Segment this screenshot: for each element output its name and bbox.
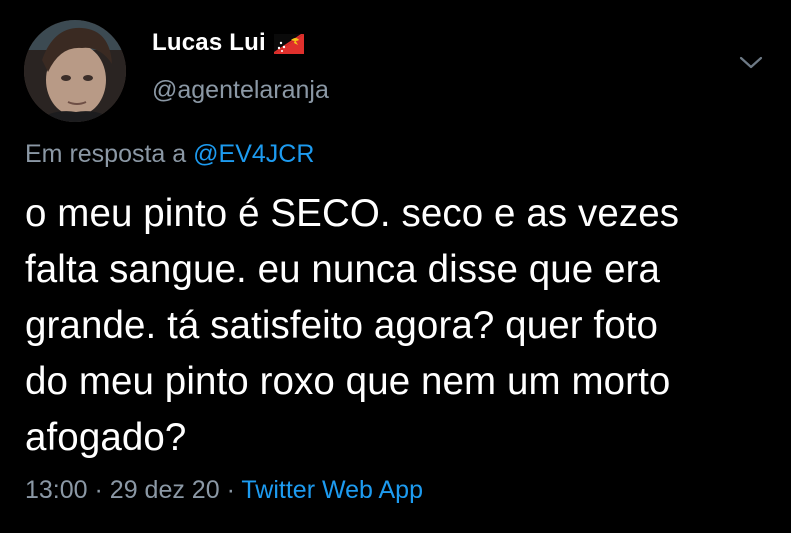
papua-new-guinea-flag-icon (273, 32, 304, 54)
tweet-text-line: do meu pinto roxo que nem um morto (25, 360, 671, 403)
tweet-text: o meu pinto é SECO. seco e as vezes falt… (25, 186, 775, 466)
avatar-photo (24, 20, 126, 122)
tweet-meta: 13:00 · 29 dez 20 · Twitter Web App (25, 476, 423, 505)
meta-separator: · (226, 476, 235, 504)
reply-context: Em resposta a @EV4JCR (25, 140, 314, 169)
tweet-card: Lucas Lui @agentelaranja Em resposta a @… (0, 0, 791, 533)
user-handle[interactable]: @agentelaranja (152, 76, 329, 105)
tweet-date[interactable]: 29 dez 20 (110, 476, 220, 504)
tweet-text-line: grande. tá satisfeito agora? quer foto (25, 304, 659, 347)
display-name-row: Lucas Lui (152, 28, 329, 58)
chevron-down-icon[interactable] (738, 54, 764, 72)
tweet-text-line: o meu pinto é SECO. seco e as vezes (25, 192, 680, 235)
reply-prefix: Em resposta a (25, 140, 187, 168)
author-block: Lucas Lui @agentelaranja (152, 28, 329, 105)
display-name[interactable]: Lucas Lui (152, 29, 266, 57)
tweet-source-link[interactable]: Twitter Web App (241, 476, 423, 504)
tweet-text-line: falta sangue. eu nunca disse que era (25, 248, 661, 291)
meta-separator: · (94, 476, 103, 504)
avatar[interactable] (24, 20, 126, 122)
tweet-time[interactable]: 13:00 (25, 476, 88, 504)
reply-mention-link[interactable]: @EV4JCR (193, 140, 314, 168)
tweet-text-line: afogado? (25, 416, 187, 459)
